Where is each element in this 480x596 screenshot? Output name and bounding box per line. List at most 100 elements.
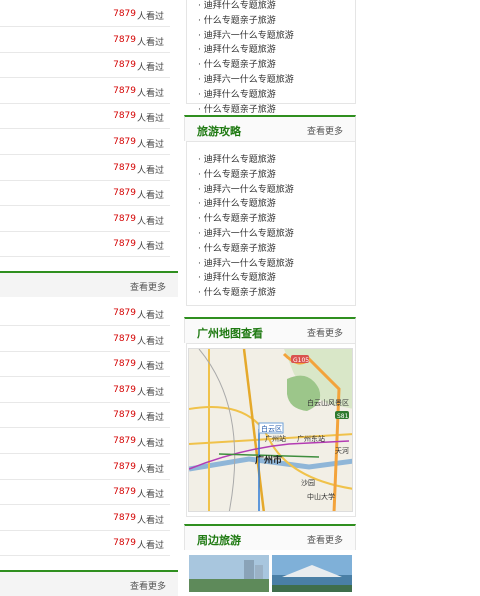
list-item-link[interactable]: 什么专题亲子旅游 — [198, 167, 276, 180]
list-item-link[interactable]: 迪拜六一什么专题旅游 — [198, 72, 294, 85]
list-item[interactable]: 7879 人看过 — [0, 52, 170, 79]
view-count: 7879 — [113, 239, 136, 250]
list-item-link[interactable]: 什么专题亲子旅游 — [198, 211, 276, 224]
view-label: 人看过 — [136, 216, 164, 227]
district-label: 白云区 — [261, 424, 282, 433]
scenic-label: 白云山风景区 — [307, 398, 349, 407]
view-label: 人看过 — [136, 362, 164, 373]
list-item-link[interactable]: 迪拜什么专题旅游 — [198, 152, 276, 165]
view-count: 7879 — [113, 137, 136, 147]
list-item[interactable]: 7879 人看过 — [0, 27, 170, 53]
view-count: 7879 — [113, 384, 136, 395]
more-link[interactable]: 查看更多 — [130, 280, 166, 293]
view-count: 7879 — [113, 111, 136, 122]
view-count: 7879 — [113, 162, 136, 173]
view-label: 人看过 — [136, 140, 164, 150]
view-label: 人看过 — [136, 541, 164, 552]
nearby-photo-1[interactable] — [189, 555, 269, 592]
svg-text:S81: S81 — [337, 413, 349, 420]
view-label: 人看过 — [136, 336, 164, 347]
list-item[interactable]: 7879 人看过 — [0, 155, 170, 181]
svg-text:广州东站: 广州东站 — [297, 434, 325, 443]
svg-text:G105: G105 — [293, 357, 309, 364]
view-label: 人看过 — [136, 63, 164, 74]
list-item[interactable]: 7879 人看过 — [0, 505, 170, 531]
list-item[interactable]: 7879 人看过 — [0, 454, 170, 480]
view-count: 7879 — [113, 410, 136, 421]
map-title: 广州地图查看 — [197, 327, 263, 340]
view-label: 人看过 — [136, 165, 164, 176]
nearby-more-link[interactable]: 查看更多 — [307, 533, 343, 546]
view-label: 人看过 — [136, 88, 164, 99]
list-item[interactable]: 7879 人看过 — [0, 180, 170, 207]
list-item[interactable]: 7879 人看过 — [0, 1, 170, 27]
list-item[interactable]: 7879 人看过 — [0, 326, 170, 352]
view-count: 7879 — [113, 308, 136, 318]
list-item[interactable]: 7879 人看过 — [0, 103, 170, 130]
list-item-link[interactable]: 什么专题亲子旅游 — [198, 102, 276, 115]
map-graphic: G105 S81 白云山风景区 白云区 广州站 广州东站 广州市 天河 沙园 中… — [189, 349, 352, 511]
svg-text:中山大学: 中山大学 — [307, 492, 335, 501]
list-item[interactable]: 7879 人看过 — [0, 231, 170, 258]
list-item[interactable]: 7879 人看过 — [0, 78, 170, 104]
view-count: 7879 — [113, 359, 136, 370]
list-item-link[interactable]: 迪拜六一什么专题旅游 — [198, 256, 294, 269]
svg-text:沙园: 沙园 — [301, 479, 315, 487]
list-item[interactable]: 7879 人看过 — [0, 129, 170, 155]
list-item[interactable]: 7879 人看过 — [0, 428, 170, 454]
list-item-link[interactable]: 迪拜六一什么专题旅游 — [198, 182, 294, 195]
nearby-title: 周边旅游 — [197, 534, 241, 547]
list-item-link[interactable]: 迪拜什么专题旅游 — [198, 87, 276, 100]
list-item-link[interactable]: 什么专题亲子旅游 — [198, 285, 276, 298]
list-item[interactable]: 7879 人看过 — [0, 530, 170, 557]
left-section-header: 查看更多 — [0, 271, 178, 297]
view-count: 7879 — [113, 60, 136, 71]
list-item-link[interactable]: 迪拜什么专题旅游 — [198, 42, 276, 55]
view-count: 7879 — [113, 333, 136, 344]
photo-1-graphic — [189, 555, 269, 592]
view-count: 7879 — [113, 538, 136, 549]
view-label: 人看过 — [136, 464, 164, 475]
view-label: 人看过 — [136, 311, 164, 321]
list-item-link[interactable]: 迪拜什么专题旅游 — [198, 270, 276, 283]
left-column: 7879 人看过 7879 人看过 7879 人看过 7879 人看过 7879 人看过 7879 人… — [0, 0, 180, 596]
list-item[interactable]: 7879 人看过 — [0, 479, 170, 506]
view-count: 7879 — [113, 512, 136, 523]
view-count: 7879 — [113, 34, 136, 45]
view-label: 人看过 — [136, 439, 164, 449]
guide-title: 旅游攻略 — [197, 125, 241, 138]
view-label: 人看过 — [136, 37, 164, 48]
guide-more-link[interactable]: 查看更多 — [307, 124, 343, 137]
view-label: 人看过 — [136, 114, 164, 125]
view-label: 人看过 — [136, 387, 164, 398]
map-more-link[interactable]: 查看更多 — [307, 326, 343, 339]
list-item[interactable]: 7879 人看过 — [0, 377, 170, 403]
view-label: 人看过 — [136, 413, 164, 424]
list-item-link[interactable]: 什么专题亲子旅游 — [198, 13, 276, 26]
more-link-2[interactable]: 查看更多 — [130, 579, 166, 592]
list-item[interactable]: 7879 人看过 — [0, 351, 170, 378]
map-header: 广州地图查看 查看更多 — [184, 317, 356, 343]
nearby-photo-2[interactable] — [272, 555, 352, 592]
view-count: 7879 — [113, 9, 136, 19]
svg-text:广州站: 广州站 — [265, 434, 286, 443]
list-item[interactable]: 7879 人看过 — [0, 300, 170, 326]
list-item[interactable]: 7879 人看过 — [0, 402, 170, 429]
view-label: 人看过 — [136, 490, 164, 501]
guangzhou-map[interactable]: G105 S81 白云山风景区 白云区 广州站 广州东站 广州市 天河 沙园 中… — [188, 348, 353, 512]
view-label: 人看过 — [136, 242, 164, 253]
view-count: 7879 — [113, 487, 136, 498]
list-item[interactable]: 7879 人看过 — [0, 206, 170, 232]
view-label: 人看过 — [136, 191, 164, 202]
view-count: 7879 — [113, 213, 136, 224]
view-label: 人看过 — [136, 515, 164, 526]
list-item-link[interactable]: 迪拜六一什么专题旅游 — [198, 226, 294, 239]
list-item-link[interactable]: 迪拜什么专题旅游 — [198, 0, 276, 11]
list-item-link[interactable]: 什么专题亲子旅游 — [198, 241, 276, 254]
svg-text:天河: 天河 — [335, 447, 349, 455]
left-section-header-2: 查看更多 — [0, 570, 178, 596]
list-item-link[interactable]: 迪拜六一什么专题旅游 — [198, 28, 294, 41]
view-label: 人看过 — [136, 12, 164, 22]
list-item-link[interactable]: 迪拜什么专题旅游 — [198, 196, 276, 209]
list-item-link[interactable]: 什么专题亲子旅游 — [198, 57, 276, 70]
